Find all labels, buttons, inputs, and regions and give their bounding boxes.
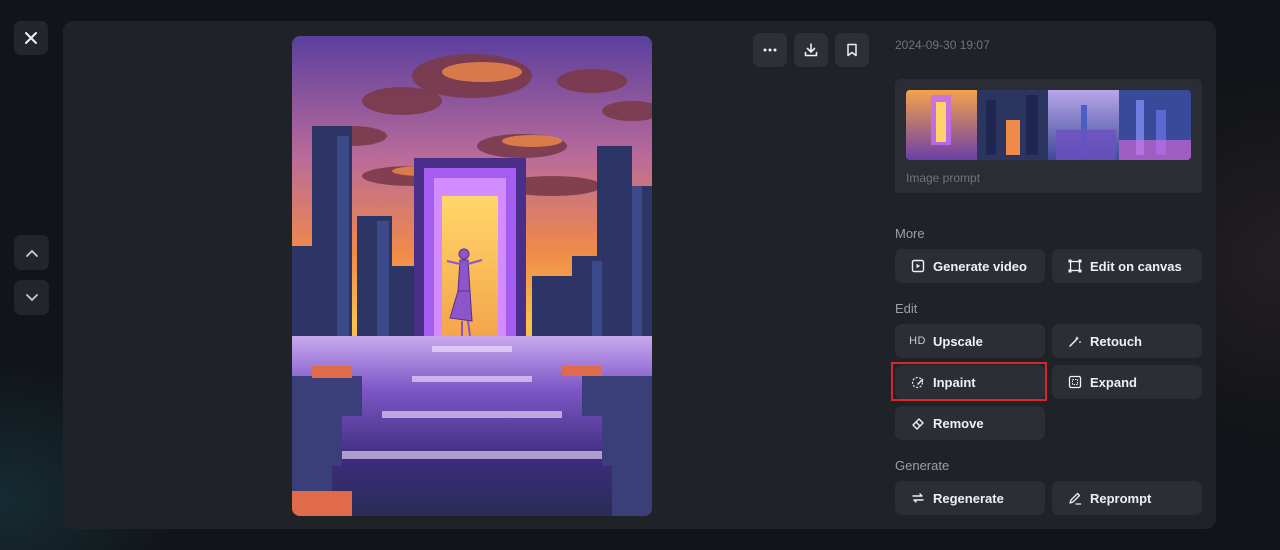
canvas-icon <box>1067 259 1082 274</box>
regenerate-icon <box>910 491 925 506</box>
generate-video-icon <box>910 259 925 274</box>
inpaint-icon <box>910 375 925 390</box>
close-button[interactable] <box>14 21 48 55</box>
edit-on-canvas-label: Edit on canvas <box>1090 258 1182 274</box>
eraser-icon <box>910 416 925 431</box>
bookmark-button[interactable] <box>835 33 869 67</box>
section-label-more: More <box>895 226 925 241</box>
remove-button[interactable]: Remove <box>895 406 1045 440</box>
image-prompt-card[interactable]: Image prompt <box>895 79 1202 193</box>
retouch-icon <box>1067 334 1082 349</box>
expand-button[interactable]: Expand <box>1052 365 1202 399</box>
upscale-label: Upscale <box>933 333 983 349</box>
download-button[interactable] <box>794 33 828 67</box>
generate-video-label: Generate video <box>933 258 1027 274</box>
upscale-button[interactable]: HD Upscale <box>895 324 1045 358</box>
hd-icon: HD <box>909 335 926 347</box>
timestamp: 2024-09-30 19:07 <box>895 38 990 52</box>
remove-label: Remove <box>933 415 984 431</box>
image-prompt-label: Image prompt <box>906 171 981 185</box>
image-prompt-thumbnail[interactable] <box>906 90 1191 160</box>
section-label-generate: Generate <box>895 458 950 473</box>
generate-video-button[interactable]: Generate video <box>895 249 1045 283</box>
expand-label: Expand <box>1090 374 1137 390</box>
retouch-button[interactable]: Retouch <box>1052 324 1202 358</box>
edit-on-canvas-button[interactable]: Edit on canvas <box>1052 249 1202 283</box>
regenerate-label: Regenerate <box>933 490 1004 506</box>
generated-image[interactable] <box>292 36 652 516</box>
reprompt-label: Reprompt <box>1090 490 1152 506</box>
more-icon <box>763 48 777 52</box>
reprompt-button[interactable]: Reprompt <box>1052 481 1202 515</box>
inpaint-button[interactable]: Inpaint <box>895 365 1045 399</box>
chevron-down-icon <box>25 293 38 301</box>
pencil-icon <box>1067 491 1082 506</box>
bookmark-icon <box>847 43 857 57</box>
close-icon <box>25 32 37 44</box>
previous-image-button[interactable] <box>14 235 49 270</box>
regenerate-button[interactable]: Regenerate <box>895 481 1045 515</box>
download-icon <box>804 43 818 57</box>
section-label-edit: Edit <box>895 301 918 316</box>
expand-icon <box>1067 375 1082 390</box>
chevron-up-icon <box>25 249 38 257</box>
inpaint-label: Inpaint <box>933 374 976 390</box>
next-image-button[interactable] <box>14 280 49 315</box>
retouch-label: Retouch <box>1090 333 1142 349</box>
more-options-button[interactable] <box>753 33 787 67</box>
